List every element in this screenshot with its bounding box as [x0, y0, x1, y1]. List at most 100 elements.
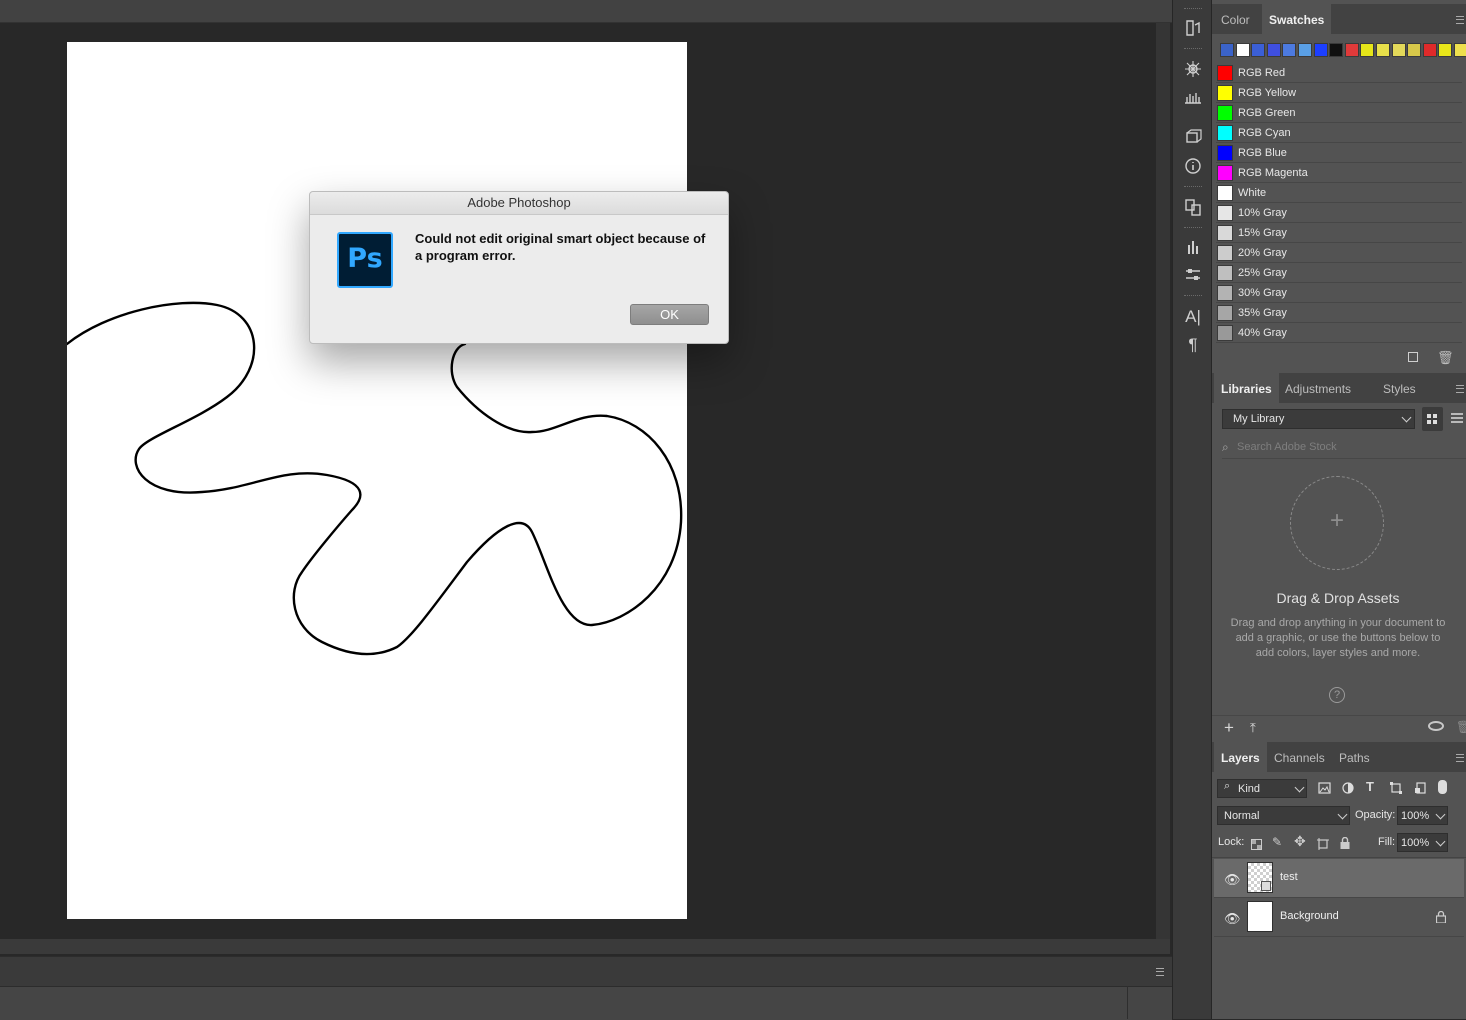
swatch-row[interactable]: White — [1216, 183, 1462, 203]
layer-filter-select[interactable]: Kind — [1217, 779, 1307, 798]
brush-settings-icon[interactable] — [1181, 264, 1205, 286]
blend-mode-select[interactable]: Normal — [1217, 806, 1350, 825]
panel-menu-icon[interactable] — [1456, 754, 1464, 762]
tab-layers[interactable]: Layers — [1214, 742, 1267, 772]
tab-libraries[interactable]: Libraries — [1214, 373, 1279, 403]
recent-swatch[interactable] — [1376, 43, 1390, 57]
vertical-scrollbar[interactable] — [1156, 23, 1170, 939]
swatch-color-chip — [1217, 325, 1233, 341]
paragraph-icon[interactable]: ¶ — [1181, 334, 1205, 356]
trash-icon[interactable]: 🗑 — [1437, 350, 1454, 366]
recent-swatch[interactable] — [1407, 43, 1422, 57]
swatch-row[interactable]: RGB Red — [1216, 63, 1462, 83]
swatch-row[interactable]: RGB Magenta — [1216, 163, 1462, 183]
history-icon[interactable] — [1181, 17, 1205, 39]
recent-swatch[interactable] — [1220, 43, 1234, 57]
recent-swatch[interactable] — [1360, 43, 1375, 57]
lock-artboard-icon[interactable] — [1317, 837, 1329, 855]
swatch-row[interactable]: RGB Yellow — [1216, 83, 1462, 103]
clone-source-icon[interactable] — [1181, 196, 1205, 218]
recent-swatch[interactable] — [1313, 43, 1328, 57]
lock-pixels-icon[interactable]: ✎ — [1272, 835, 1282, 849]
histogram-icon[interactable] — [1181, 86, 1205, 108]
panel-menu-icon[interactable] — [1456, 16, 1464, 24]
lock-position-icon[interactable]: ✥ — [1294, 833, 1306, 850]
visibility-eye-icon[interactable]: 👁 — [1224, 872, 1241, 888]
swatch-color-chip — [1217, 185, 1233, 201]
recent-swatch[interactable] — [1438, 43, 1453, 57]
drop-zone[interactable]: + — [1290, 476, 1384, 570]
swatch-row[interactable]: RGB Blue — [1216, 143, 1462, 163]
layer-name[interactable]: Background — [1280, 910, 1339, 922]
list-view-icon[interactable] — [1450, 412, 1464, 431]
info-icon[interactable] — [1181, 155, 1205, 177]
swatch-name: RGB Red — [1238, 67, 1286, 79]
layer-name[interactable]: test — [1280, 871, 1298, 883]
recent-swatch[interactable] — [1329, 43, 1344, 57]
stock-search-input[interactable]: Search Adobe Stock — [1237, 441, 1337, 453]
libraries-tabrow: Libraries Adjustments Styles — [1212, 373, 1466, 403]
lock-transparent-icon[interactable] — [1251, 837, 1262, 855]
filter-toggle[interactable] — [1438, 780, 1447, 794]
document-canvas[interactable] — [67, 42, 687, 919]
layer-row-background[interactable]: 👁 Background — [1214, 898, 1464, 937]
ok-button[interactable]: OK — [630, 304, 709, 325]
swatch-row[interactable]: 15% Gray — [1216, 223, 1462, 243]
recent-swatch[interactable] — [1391, 43, 1406, 57]
tab-channels[interactable]: Channels — [1267, 742, 1332, 772]
swatch-color-chip — [1217, 85, 1233, 101]
navigator-icon[interactable] — [1181, 58, 1205, 80]
recent-swatch[interactable] — [1298, 43, 1312, 57]
swatch-row[interactable]: RGB Green — [1216, 103, 1462, 123]
recent-swatch[interactable] — [1282, 43, 1297, 57]
pixel-filter-icon[interactable] — [1318, 781, 1331, 799]
dialog-title: Adobe Photoshop — [310, 192, 728, 215]
lock-all-icon[interactable] — [1340, 836, 1350, 854]
recent-swatch[interactable] — [1422, 43, 1437, 57]
swatch-row[interactable]: 35% Gray — [1216, 303, 1462, 323]
tab-adjustments[interactable]: Adjustments — [1278, 373, 1358, 403]
swatch-row[interactable]: 10% Gray — [1216, 203, 1462, 223]
trash-icon[interactable]: 🗑 — [1456, 720, 1466, 734]
visibility-eye-icon[interactable]: 👁 — [1224, 911, 1241, 927]
swatch-row[interactable]: 25% Gray — [1216, 263, 1462, 283]
swatch-color-chip — [1217, 65, 1233, 81]
tab-styles[interactable]: Styles — [1376, 373, 1423, 403]
opacity-label: Opacity: — [1355, 809, 1396, 821]
recent-swatch[interactable] — [1454, 43, 1466, 57]
recent-swatch[interactable] — [1266, 43, 1281, 57]
swatch-row[interactable]: 30% Gray — [1216, 283, 1462, 303]
swatch-name: 15% Gray — [1238, 227, 1287, 239]
library-select[interactable]: My Library — [1222, 409, 1415, 429]
tab-swatches[interactable]: Swatches — [1262, 4, 1332, 34]
character-icon[interactable]: A| — [1181, 306, 1205, 328]
recent-swatch[interactable] — [1235, 43, 1250, 57]
smart-object-filter-icon[interactable] — [1414, 781, 1426, 799]
recent-swatch[interactable] — [1344, 43, 1359, 57]
layer-row-test[interactable]: 👁 test — [1214, 859, 1464, 898]
shape-filter-icon[interactable] — [1390, 781, 1402, 799]
swatch-color-chip — [1217, 245, 1233, 261]
status-menu-icon[interactable] — [1156, 968, 1164, 976]
tab-paths[interactable]: Paths — [1332, 742, 1377, 772]
help-icon[interactable]: ? — [1329, 687, 1345, 703]
type-filter-icon[interactable]: T — [1366, 779, 1374, 794]
adjustment-filter-icon[interactable] — [1342, 781, 1354, 799]
swatch-name: 40% Gray — [1238, 327, 1287, 339]
3d-icon[interactable] — [1181, 125, 1205, 147]
upload-icon[interactable]: ⤒ — [1250, 720, 1256, 736]
add-content-icon[interactable]: + — [1224, 718, 1234, 738]
grid-view-icon[interactable] — [1422, 407, 1443, 431]
swatch-row[interactable]: RGB Cyan — [1216, 123, 1462, 143]
swatches-footer: 🗑 — [1212, 345, 1466, 370]
panel-icon-strip: A| ¶ — [1172, 0, 1212, 1019]
panel-menu-icon[interactable] — [1456, 385, 1464, 393]
tab-color[interactable]: Color — [1214, 4, 1257, 34]
swatch-row[interactable]: 40% Gray — [1216, 323, 1462, 343]
brush-presets-icon[interactable] — [1181, 236, 1205, 258]
swatch-row[interactable]: 20% Gray — [1216, 243, 1462, 263]
horizontal-scrollbar[interactable] — [0, 939, 1170, 954]
recent-swatch[interactable] — [1251, 43, 1266, 57]
new-swatch-icon[interactable] — [1408, 352, 1418, 362]
creative-cloud-icon[interactable] — [1428, 721, 1444, 731]
